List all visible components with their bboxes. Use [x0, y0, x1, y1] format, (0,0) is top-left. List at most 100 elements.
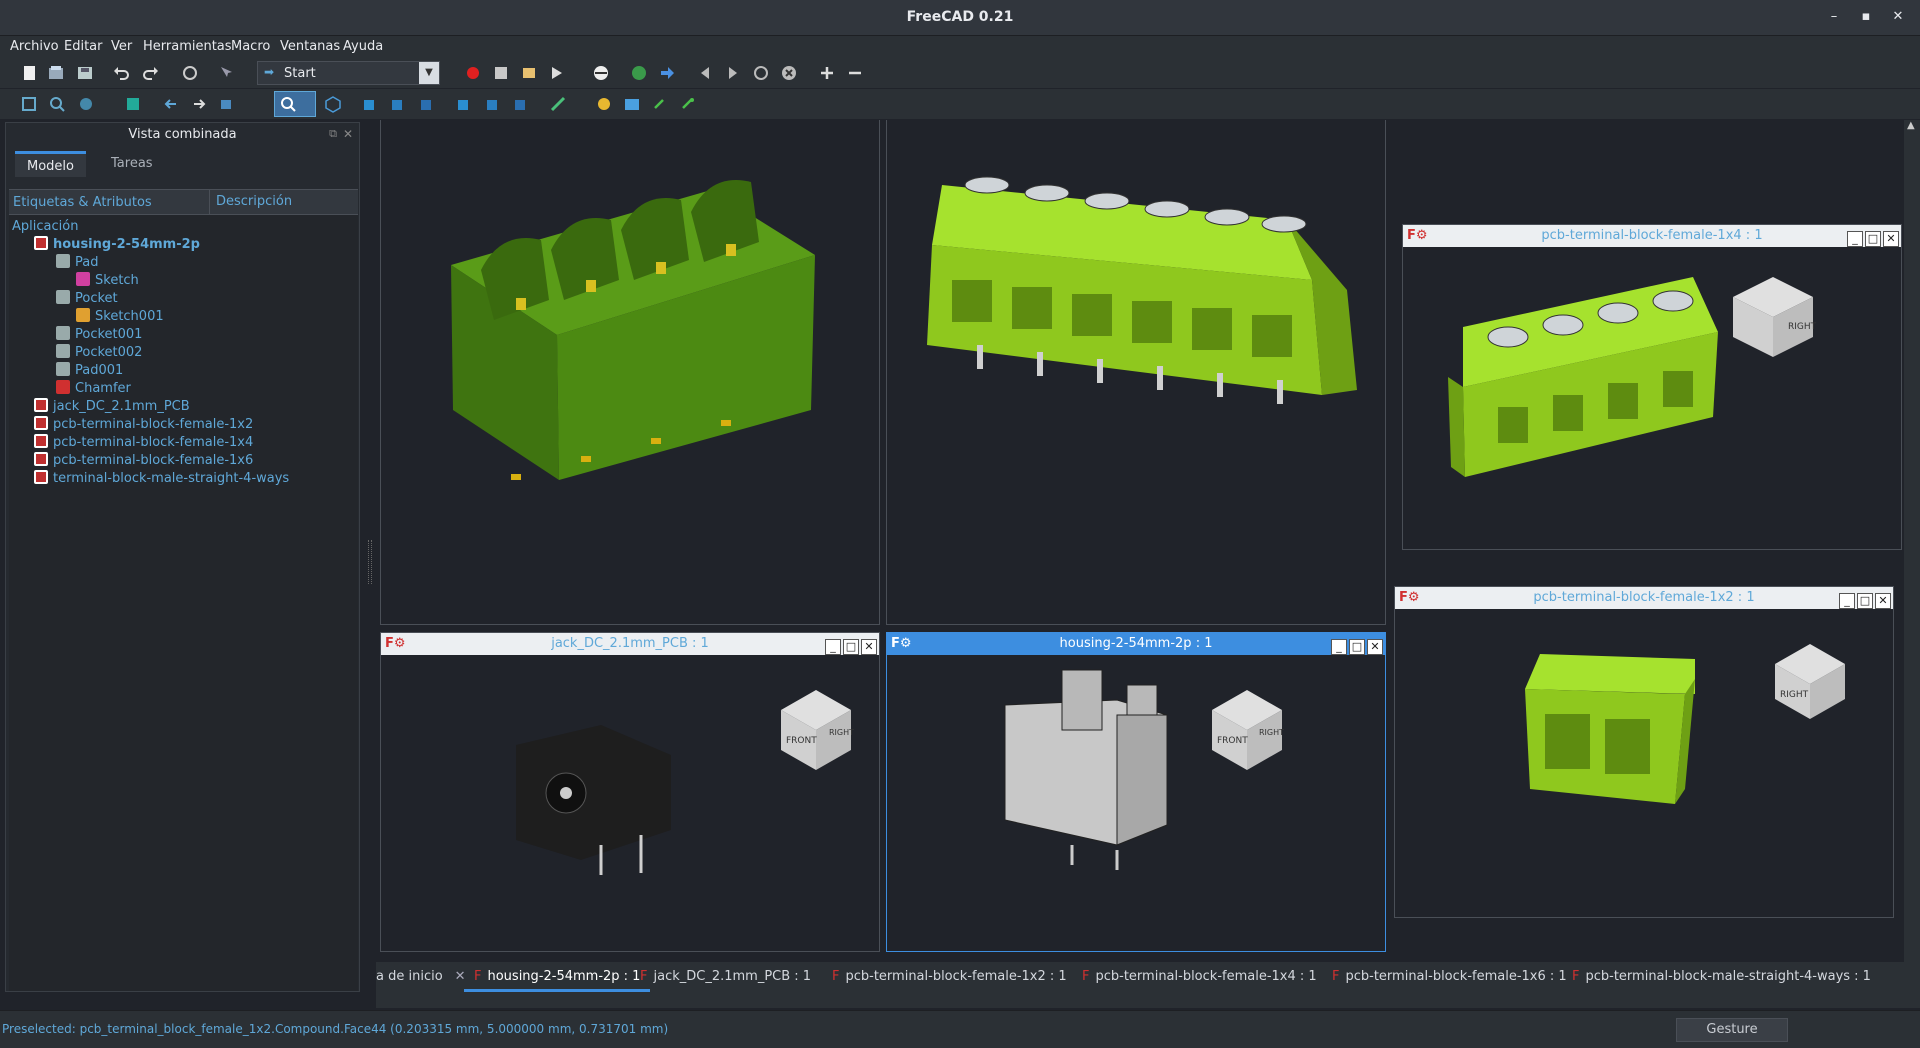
subwindow-terminal-block-1x2[interactable]: F⚙ pcb-terminal-block-female-1x2 : 1 _ □ ✕… [1394, 586, 1894, 918]
navigation-cube[interactable]: FRONT RIGHT [1212, 690, 1284, 770]
maximize-icon[interactable]: □ [1857, 593, 1873, 609]
close-icon[interactable]: ✕ [1875, 593, 1891, 609]
tree-item[interactable]: pcb-terminal-block-female-1x6 [34, 452, 253, 470]
new-file-icon[interactable] [20, 64, 38, 82]
menu-archivo[interactable]: Archivo [10, 39, 59, 54]
maximize-icon[interactable]: □ [1865, 231, 1881, 247]
group-icon[interactable] [623, 95, 641, 113]
column-description[interactable]: Descripción [209, 189, 292, 215]
close-icon[interactable]: ✕ [1367, 639, 1383, 655]
menu-editar[interactable]: Editar [64, 39, 103, 54]
tree-item[interactable]: Pad001 [56, 362, 123, 380]
zoom-in-icon[interactable] [818, 64, 836, 82]
tree-item[interactable]: terminal-block-male-straight-4-ways [34, 470, 289, 488]
web-go-icon[interactable] [658, 64, 676, 82]
close-icon[interactable]: ✕ [1890, 9, 1906, 25]
macros-icon[interactable] [520, 64, 538, 82]
next-view-icon[interactable] [190, 95, 208, 113]
subwindow-terminal-block-1x4[interactable]: F⚙ pcb-terminal-block-female-1x4 : 1 _ □ ✕… [1402, 224, 1902, 550]
forward-icon[interactable] [724, 64, 742, 82]
fit-selection-icon[interactable] [48, 95, 66, 113]
tree-item[interactable]: pcb-terminal-block-female-1x2 [34, 416, 253, 434]
maximize-icon[interactable]: □ [843, 639, 859, 655]
rear-view-icon[interactable] [455, 95, 473, 113]
subwindow-title-bar[interactable]: F⚙ pcb-terminal-block-female-1x2 : 1 _ □ ✕ [1395, 587, 1893, 609]
maximize-icon[interactable]: ▪ [1858, 9, 1874, 25]
close-icon[interactable]: ✕ [861, 639, 877, 655]
save-icon[interactable] [76, 64, 94, 82]
tree-item[interactable]: Pocket [56, 290, 118, 308]
tree-item[interactable]: jack_DC_2.1mm_PCB [34, 398, 190, 416]
tab-jack[interactable]: Fjack_DC_2.1mm_PCB : 1 [640, 962, 811, 992]
subwindow-title-bar[interactable]: F⚙ jack_DC_2.1mm_PCB : 1 _ □ ✕ [381, 633, 879, 655]
left-view-icon[interactable] [512, 95, 530, 113]
measure-icon[interactable] [549, 95, 567, 113]
tab-terminal-1x2[interactable]: Fpcb-terminal-block-female-1x2 : 1 [832, 962, 1067, 992]
close-icon[interactable]: ✕ [1883, 231, 1899, 247]
bounding-box-icon[interactable] [124, 95, 142, 113]
menu-ventanas[interactable]: Ventanas [280, 39, 340, 54]
part-icon[interactable] [595, 95, 613, 113]
maximize-icon[interactable]: □ [1349, 639, 1365, 655]
tab-terminal-1x4[interactable]: Fpcb-terminal-block-female-1x4 : 1 [1082, 962, 1317, 992]
navigation-style-button[interactable]: Gesture [1676, 1018, 1788, 1042]
tab-tareas[interactable]: Tareas [99, 151, 165, 177]
horizontal-scrollbar[interactable] [376, 992, 1920, 1008]
tree-item[interactable]: pcb-terminal-block-female-1x4 [34, 434, 253, 452]
whats-this-icon[interactable] [217, 64, 235, 82]
tab-terminal-male-4[interactable]: Fpcb-terminal-block-male-straight-4-ways… [1572, 962, 1871, 992]
panel-float-icon[interactable]: ⧉ [329, 127, 337, 141]
tree-item[interactable]: Sketch001 [76, 308, 164, 326]
isometric-icon[interactable] [324, 95, 342, 113]
minimize-icon[interactable]: _ [825, 639, 841, 655]
minimize-icon[interactable]: _ [1839, 593, 1855, 609]
scroll-up-icon[interactable]: ▲ [1907, 120, 1915, 131]
tree-item[interactable]: Pocket001 [56, 326, 142, 344]
menu-ayuda[interactable]: Ayuda [343, 39, 383, 54]
front-view-icon[interactable] [361, 95, 379, 113]
std-view-menu-button[interactable] [274, 91, 316, 117]
toggle-icon[interactable] [592, 64, 610, 82]
viewport-terminal-block-1x6[interactable] [886, 120, 1386, 625]
record-macro-icon[interactable] [464, 64, 482, 82]
subwindow-jack-dc[interactable]: F⚙ jack_DC_2.1mm_PCB : 1 _ □ ✕ FRONT RIGHT [380, 632, 880, 952]
link-icon[interactable] [651, 95, 669, 113]
reload-icon[interactable] [752, 64, 770, 82]
tab-modelo[interactable]: Modelo [15, 151, 86, 177]
menu-macro[interactable]: Macro [231, 39, 270, 54]
tab-terminal-1x6[interactable]: Fpcb-terminal-block-female-1x6 : 1 [1332, 962, 1567, 992]
link-actions-icon[interactable] [679, 95, 697, 113]
tree-item[interactable]: housing-2-54mm-2p [34, 236, 200, 254]
subwindow-housing[interactable]: F⚙ housing-2-54mm-2p : 1 _ □ ✕ FRONT RIGHT [886, 632, 1386, 952]
navigation-cube[interactable]: FRONT RIGHT [781, 690, 854, 770]
subwindow-title-bar[interactable]: F⚙ pcb-terminal-block-female-1x4 : 1 _ □ ✕ [1403, 225, 1901, 247]
back-icon[interactable] [696, 64, 714, 82]
panel-close-icon[interactable]: ✕ [343, 127, 353, 141]
draw-style-icon[interactable] [77, 95, 95, 113]
tree-item[interactable]: Pocket002 [56, 344, 142, 362]
stop-macro-icon[interactable] [492, 64, 510, 82]
right-view-icon[interactable] [418, 95, 436, 113]
undo-icon[interactable] [112, 64, 130, 82]
column-labels[interactable]: Etiquetas & Atributos [13, 195, 152, 210]
execute-macro-icon[interactable] [547, 64, 565, 82]
web-home-icon[interactable] [630, 64, 648, 82]
panel-splitter[interactable] [368, 540, 372, 584]
tab-housing[interactable]: Fhousing-2-54mm-2p : 1 [464, 962, 651, 992]
minimize-icon[interactable]: – [1826, 9, 1842, 25]
zoom-out-icon[interactable] [846, 64, 864, 82]
redo-icon[interactable] [142, 64, 160, 82]
menu-ver[interactable]: Ver [111, 39, 132, 54]
tab-start[interactable]: a de inicio ✕ [376, 962, 466, 992]
navigation-cube[interactable]: RIGHT [1733, 277, 1817, 357]
top-view-icon[interactable] [389, 95, 407, 113]
menu-herramientas[interactable]: Herramientas [143, 39, 232, 54]
tree-item[interactable]: Chamfer [56, 380, 131, 398]
minimize-icon[interactable]: _ [1847, 231, 1863, 247]
mdi-vertical-scrollbar[interactable]: ▲ [1904, 120, 1920, 962]
navigation-cube[interactable]: RIGHT [1775, 644, 1845, 719]
bottom-view-icon[interactable] [484, 95, 502, 113]
back-view-icon[interactable] [162, 95, 180, 113]
open-file-icon[interactable] [47, 64, 65, 82]
viewport-terminal-block-male[interactable] [380, 120, 880, 625]
